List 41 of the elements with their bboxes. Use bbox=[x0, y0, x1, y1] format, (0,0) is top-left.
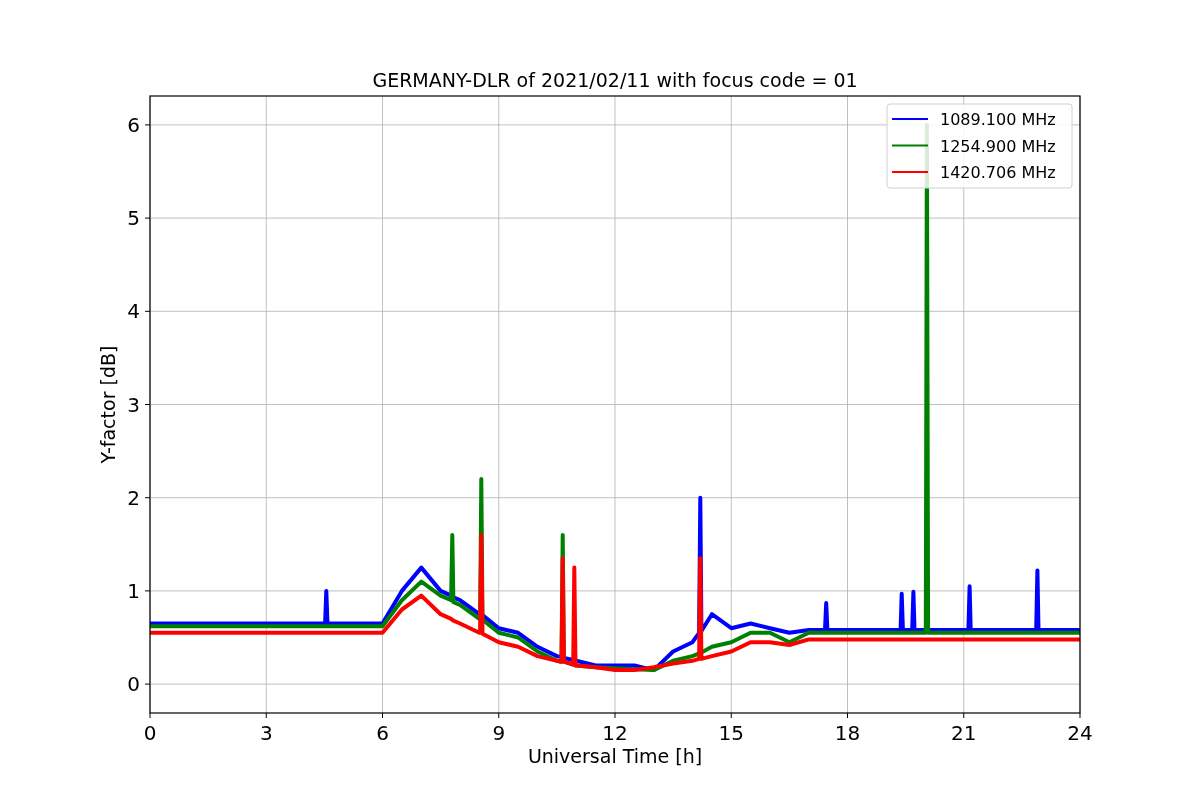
axis-tick-label: 0 bbox=[143, 721, 157, 745]
tick-mark bbox=[144, 124, 151, 126]
y-axis-label: Y-factor [dB] bbox=[97, 345, 119, 464]
tick-mark bbox=[498, 712, 500, 719]
axis-tick-label: 6 bbox=[127, 112, 140, 137]
axis-tick-label: 12 bbox=[602, 721, 628, 745]
axis-tick-label: 4 bbox=[127, 299, 140, 324]
axis-tick-label: 24 bbox=[1067, 721, 1093, 745]
tick-mark bbox=[144, 683, 151, 685]
tick-mark bbox=[144, 590, 151, 592]
tick-mark bbox=[382, 712, 383, 719]
axis-tick-label: 6 bbox=[376, 721, 389, 745]
axis-tick-label: 3 bbox=[127, 392, 140, 417]
axis-tick-label: 3 bbox=[259, 721, 273, 745]
legend-label: 1420.706 MHz bbox=[940, 163, 1056, 182]
tick-mark bbox=[144, 217, 151, 219]
tick-mark bbox=[265, 712, 267, 719]
axis-tick-label: 9 bbox=[492, 721, 506, 745]
tick-mark bbox=[1079, 712, 1081, 719]
tick-mark bbox=[144, 497, 151, 499]
axis-tick-label: 2 bbox=[127, 485, 140, 510]
tick-mark bbox=[144, 310, 151, 312]
legend-line bbox=[891, 144, 929, 147]
tick-mark bbox=[730, 712, 732, 719]
axis-tick-label: 0 bbox=[127, 672, 140, 697]
chart-title: GERMANY-DLR of 2021/02/11 with focus code = 01 bbox=[372, 69, 858, 91]
axis-tick-label: 5 bbox=[127, 206, 140, 231]
x-axis-label: Universal Time [h] bbox=[527, 745, 703, 767]
tick-mark bbox=[963, 712, 965, 719]
tick-mark bbox=[614, 712, 616, 719]
axis-tick-label: 21 bbox=[951, 721, 977, 745]
tick-mark bbox=[144, 404, 151, 405]
axis-tick-label: 18 bbox=[834, 721, 861, 745]
legend-line bbox=[891, 171, 929, 173]
tick-mark bbox=[847, 712, 848, 719]
legend-line bbox=[891, 118, 929, 120]
legend-label: 1089.100 MHz bbox=[940, 110, 1056, 129]
axis-tick-label: 1 bbox=[127, 578, 140, 603]
axis-tick-label: 15 bbox=[718, 721, 744, 745]
legend-label: 1254.900 MHz bbox=[940, 136, 1056, 156]
tick-mark bbox=[149, 712, 151, 719]
